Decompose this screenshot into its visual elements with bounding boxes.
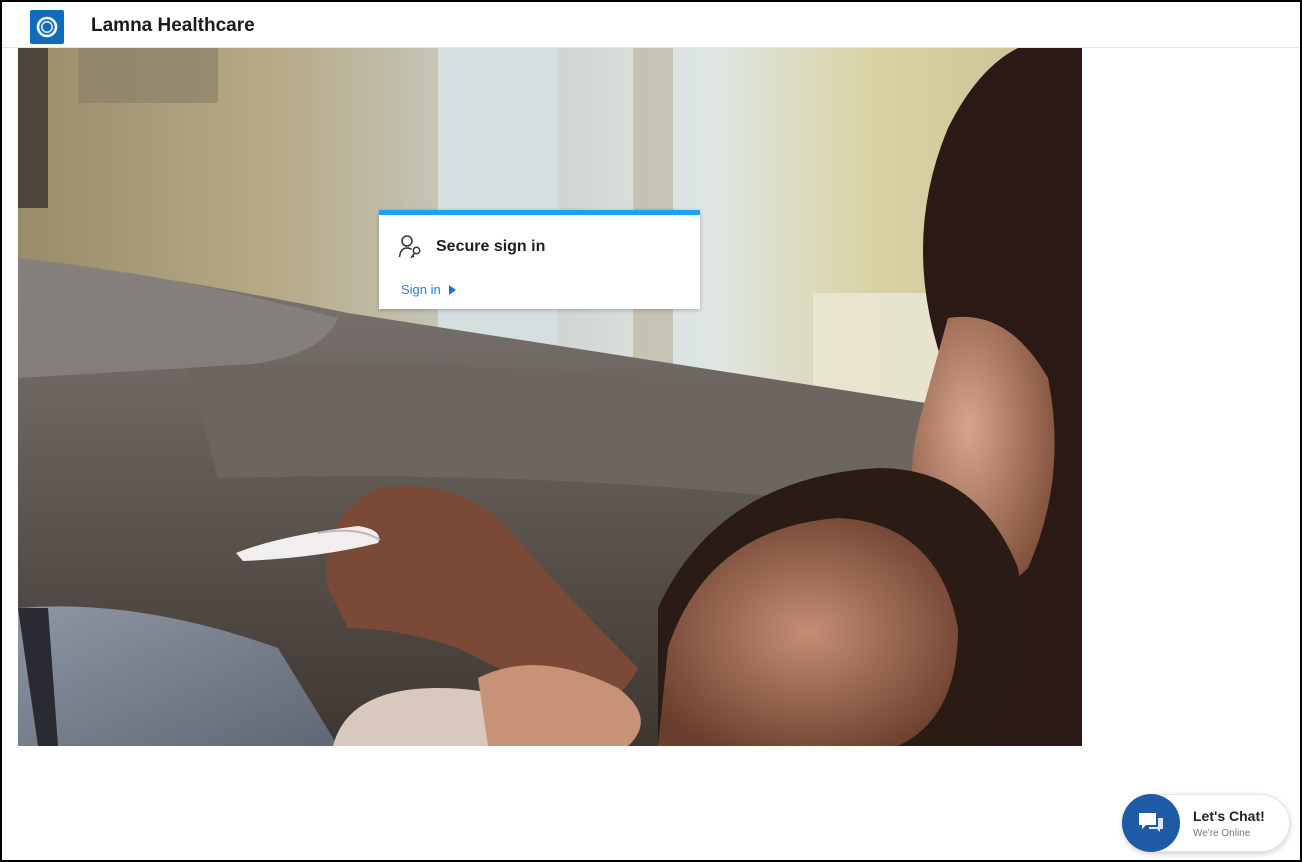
caret-right-icon[interactable] (448, 284, 456, 295)
signin-link-label[interactable]: Sign in (401, 282, 441, 297)
ring-logo-icon[interactable] (30, 10, 64, 44)
card-title: Secure sign in (436, 238, 546, 255)
chat-bubbles-icon[interactable] (1122, 794, 1180, 852)
user-key-icon (398, 234, 424, 260)
chat-status: We're Online (1193, 828, 1251, 839)
page: Lamna Healthcare Secure sign in Sign in … (0, 0, 1302, 862)
top-header: Lamna Healthcare (2, 2, 1300, 48)
hero-photo-illustration (18, 48, 1082, 746)
chat-widget[interactable]: Let's Chat! We're Online (1122, 794, 1290, 852)
brand-name[interactable]: Lamna Healthcare (91, 15, 255, 37)
secure-signin-card: Secure sign in Sign in (379, 210, 700, 309)
hero-photo (18, 48, 1082, 746)
chat-title[interactable]: Let's Chat! (1193, 808, 1265, 824)
signin-link[interactable]: Sign in (401, 282, 456, 297)
